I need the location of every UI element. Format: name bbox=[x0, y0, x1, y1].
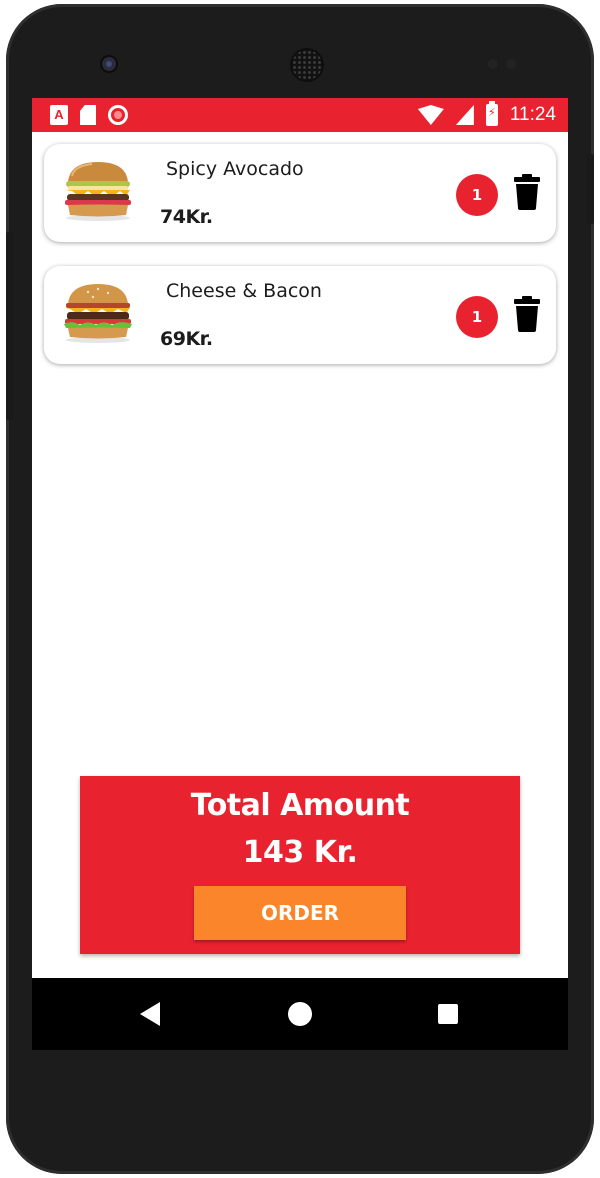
item-name: Cheese & Bacon bbox=[166, 280, 322, 302]
status-time: 11:24 bbox=[509, 104, 556, 125]
item-name: Spicy Avocado bbox=[166, 158, 304, 180]
status-right: 11:24 bbox=[417, 101, 556, 126]
order-button[interactable]: ORDER bbox=[194, 886, 406, 940]
cart-list: Spicy Avocado 74Kr. 1 Cheese & Bacon 69K… bbox=[32, 132, 568, 364]
home-icon[interactable] bbox=[288, 1002, 312, 1026]
quantity-badge[interactable]: 1 bbox=[456, 174, 498, 216]
quantity-badge[interactable]: 1 bbox=[456, 296, 498, 338]
status-left: A bbox=[50, 105, 128, 125]
burger-image bbox=[62, 282, 134, 344]
recents-icon[interactable] bbox=[438, 1004, 458, 1024]
total-label: Total Amount bbox=[190, 788, 410, 823]
trash-icon[interactable] bbox=[514, 174, 540, 210]
item-price: 69Kr. bbox=[160, 328, 213, 350]
back-icon[interactable] bbox=[140, 1002, 160, 1026]
record-icon bbox=[108, 105, 128, 125]
trash-icon[interactable] bbox=[514, 296, 540, 332]
burger-image bbox=[62, 160, 134, 222]
front-camera bbox=[102, 57, 116, 71]
battery-charging-icon bbox=[485, 101, 498, 126]
app-a-icon: A bbox=[50, 105, 68, 125]
cart-item[interactable]: Spicy Avocado 74Kr. 1 bbox=[44, 144, 556, 242]
sd-card-icon bbox=[80, 105, 96, 125]
light-sensor bbox=[506, 59, 516, 69]
signal-icon bbox=[455, 105, 474, 125]
wifi-icon bbox=[417, 105, 444, 125]
earpiece-speaker bbox=[292, 50, 322, 80]
proximity-sensor bbox=[488, 59, 498, 69]
total-value: 143 Kr. bbox=[242, 835, 358, 870]
status-bar: A 11:24 bbox=[32, 98, 568, 132]
screen: A 11:24 Spicy Avocado 74Kr. 1 Cheese & B… bbox=[32, 98, 568, 1050]
item-price: 74Kr. bbox=[160, 206, 213, 228]
cart-item[interactable]: Cheese & Bacon 69Kr. 1 bbox=[44, 266, 556, 364]
navigation-bar bbox=[32, 978, 568, 1050]
power-button bbox=[586, 154, 594, 224]
total-panel: Total Amount 143 Kr. ORDER bbox=[80, 776, 520, 954]
volume-button bbox=[6, 232, 14, 420]
